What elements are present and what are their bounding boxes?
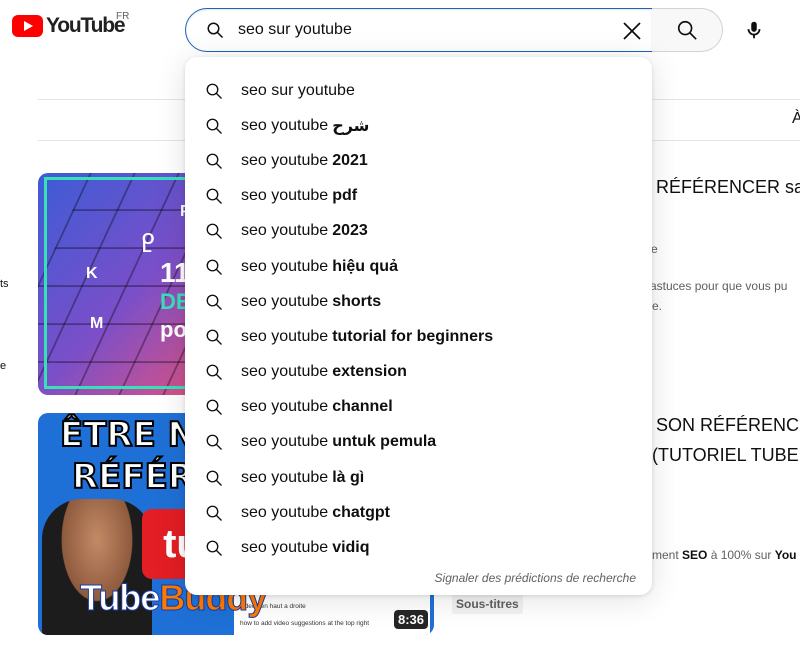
search-icon	[206, 83, 222, 99]
video-description: e.	[652, 299, 663, 313]
suggestion-base-text: seo sur youtube	[241, 81, 355, 99]
suggestion-base-text: seo youtube	[241, 539, 329, 557]
filter-bar-text: À	[792, 110, 800, 127]
clear-search-icon[interactable]	[620, 19, 644, 43]
suggestion-base-text: seo youtube	[241, 222, 329, 240]
microphone-icon	[747, 21, 761, 39]
logo-text: YouTube	[46, 14, 126, 37]
suggestion-completion-text: tutorial for beginners	[332, 327, 494, 345]
search-suggestion[interactable]: seo youtube pdf	[185, 179, 652, 214]
video-title[interactable]: SON RÉFÉRENC	[656, 415, 799, 436]
suggestion-completion-text: شرح	[332, 117, 370, 135]
suggestion-base-text: seo youtube	[241, 187, 329, 205]
video-description: astuces pour que vous pu	[650, 279, 788, 293]
search-suggestion[interactable]: seo youtube extension	[185, 355, 652, 390]
sidebar-fragment: ts	[0, 278, 9, 290]
suggestion-base-text: seo youtube	[241, 116, 329, 134]
thumbnail-text: Tube	[79, 577, 160, 619]
search-icon	[677, 20, 697, 40]
thumbnail-text: K	[86, 265, 98, 282]
search-suggestions-dropdown: seo sur youtube seo youtube شرح seo youtube…	[185, 57, 652, 595]
search-suggestion[interactable]: seo youtube channel	[185, 390, 652, 425]
search-suggestion[interactable]: seo youtube 2021	[185, 143, 652, 178]
suggestion-completion-text: channel	[332, 398, 393, 416]
suggestion-completion-text: untuk pemula	[332, 433, 437, 451]
search-suggestion[interactable]: seo youtube chatgpt	[185, 495, 652, 530]
search-suggestion[interactable]: seo youtube 2023	[185, 214, 652, 249]
search-suggestion[interactable]: seo youtube shorts	[185, 284, 652, 319]
suggestion-base-text: seo youtube	[241, 151, 329, 169]
country-code: FR	[116, 11, 130, 22]
suggestion-completion-text: shorts	[332, 292, 382, 310]
youtube-play-icon	[12, 15, 43, 37]
search-icon	[206, 540, 222, 557]
search-suggestion[interactable]: seo youtube là gì	[185, 460, 652, 495]
suggestion-completion-text: chatgpt	[332, 503, 390, 521]
search-icon	[206, 294, 222, 310]
search-icon	[206, 364, 222, 381]
subtitles-badge: Sous-titres	[452, 594, 523, 614]
search-icon	[206, 21, 224, 44]
search-input[interactable]	[238, 9, 618, 51]
thumbnail-text: L	[142, 239, 152, 256]
search-icon	[206, 329, 222, 345]
voice-search-button[interactable]	[734, 10, 774, 50]
suggestion-completion-text: 2023	[332, 222, 368, 240]
video-title[interactable]: (TUTORIEL TUBE	[652, 445, 799, 466]
search-suggestion[interactable]: seo sur youtube	[185, 73, 652, 108]
suggestion-base-text: seo youtube	[241, 257, 329, 275]
suggestion-completion-text: là gì	[332, 468, 365, 486]
search-suggestion[interactable]: seo youtube شرح	[185, 108, 652, 143]
video-duration: 8:36	[394, 610, 429, 629]
suggestion-base-text: seo youtube	[241, 433, 329, 451]
search-icon	[206, 470, 222, 486]
suggestion-completion-text: pdf	[332, 187, 358, 205]
suggestion-completion-text: extension	[332, 363, 407, 381]
search-icon	[206, 259, 222, 275]
search-suggestion[interactable]: seo youtube vidiq	[185, 530, 652, 565]
search-icon	[206, 399, 222, 416]
sidebar-fragment: e	[0, 360, 7, 372]
suggestion-base-text: seo youtube	[241, 503, 329, 521]
thumbnail-text: videos en haut a droite	[240, 603, 306, 610]
search-box[interactable]	[185, 8, 653, 52]
search-button[interactable]	[652, 8, 723, 52]
suggestion-base-text: seo youtube	[241, 468, 329, 486]
suggestion-completion-text: 2021	[332, 151, 368, 169]
search-icon	[206, 505, 222, 521]
video-description: ment SEO à 100% sur You	[652, 548, 797, 562]
suggestion-base-text: seo youtube	[241, 363, 329, 381]
search-suggestion[interactable]: seo youtube untuk pemula	[185, 425, 652, 460]
suggestion-base-text: seo youtube	[241, 327, 329, 345]
search-icon	[206, 118, 222, 134]
video-title[interactable]: RÉFÉRENCER sa	[656, 177, 800, 198]
suggestion-completion-text: vidiq	[332, 539, 370, 557]
suggestion-base-text: seo youtube	[241, 398, 329, 416]
search-icon	[206, 223, 222, 240]
youtube-logo[interactable]: YouTube	[12, 14, 126, 38]
video-meta: e	[651, 242, 658, 256]
thumbnail-text: po	[160, 317, 187, 342]
suggestion-completion-text: hiệu quả	[332, 257, 398, 275]
search-icon	[206, 153, 222, 169]
search-suggestion[interactable]: seo youtube tutorial for beginners	[185, 319, 652, 354]
suggestions-list: seo sur youtube seo youtube شرح seo youtube…	[185, 73, 652, 566]
search-icon	[206, 435, 222, 451]
search-suggestion[interactable]: seo youtube hiệu quả	[185, 249, 652, 284]
report-predictions-link[interactable]: Signaler des prédictions de recherche	[435, 571, 636, 585]
suggestion-base-text: seo youtube	[241, 292, 329, 310]
search-icon	[206, 188, 222, 205]
thumbnail-text: M	[90, 315, 104, 332]
